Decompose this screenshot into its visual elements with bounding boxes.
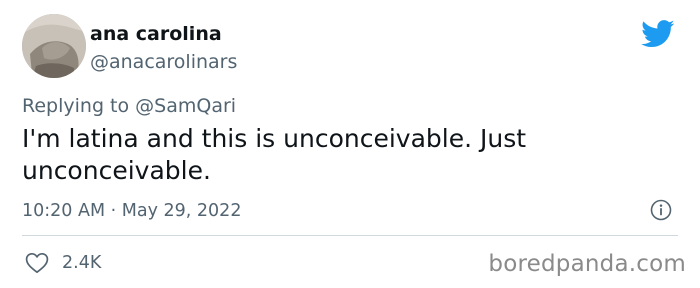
- replying-to-handle-link[interactable]: @SamQari: [135, 95, 236, 117]
- avatar[interactable]: [22, 14, 86, 78]
- tweet-text: I'm latina and this is unconceivable. Ju…: [22, 124, 527, 185]
- timestamp-separator: ·: [105, 201, 122, 221]
- tweet-time: 10:20 AM: [22, 201, 106, 221]
- twitter-bird-icon[interactable]: [641, 20, 675, 48]
- watermark: boredpanda.com: [488, 251, 686, 277]
- tweet-card: ana carolina @anacarolinars Replying to …: [0, 0, 700, 288]
- tweet-timestamp[interactable]: 10:20 AM · May 29, 2022: [22, 199, 241, 223]
- replying-to-label: Replying to: [22, 95, 136, 117]
- replying-to-line: Replying to @SamQari: [22, 94, 236, 118]
- like-count: 2.4K: [62, 253, 102, 273]
- divider: [22, 235, 678, 236]
- heart-icon[interactable]: [25, 252, 49, 274]
- info-icon[interactable]: [650, 199, 672, 221]
- display-name[interactable]: ana carolina: [90, 22, 222, 46]
- tweet-date: May 29, 2022: [121, 201, 242, 221]
- user-handle[interactable]: @anacarolinars: [90, 50, 237, 74]
